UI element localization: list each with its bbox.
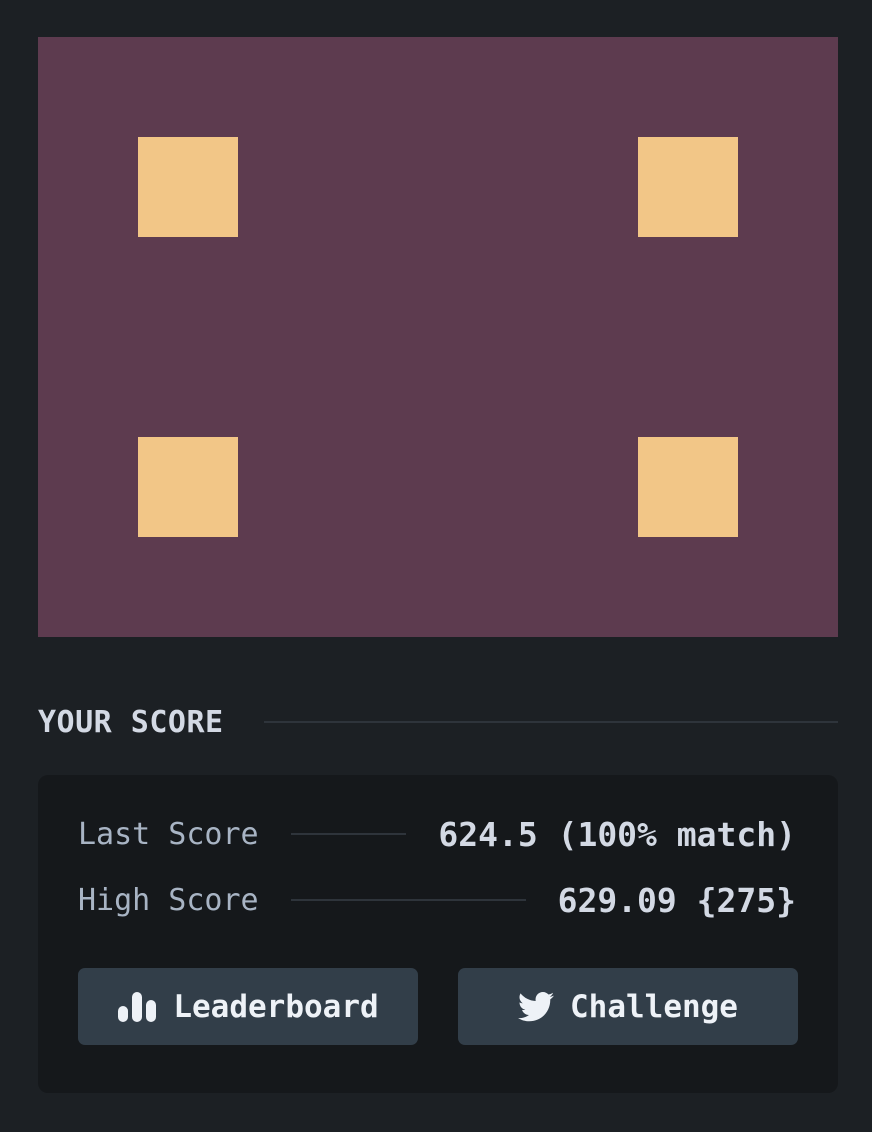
score-card: Last Score 624.5 (100% match) High Score… [38,775,838,1093]
last-score-value: 624.5 (100% match) [438,814,796,854]
high-score-label: High Score [78,882,259,918]
challenge-button[interactable]: Challenge [458,968,798,1045]
challenge-label: Challenge [570,988,738,1025]
last-score-label: Last Score [78,816,259,852]
bar-chart-icon [117,990,157,1024]
game-canvas[interactable] [38,37,838,637]
target-square[interactable] [638,137,738,237]
high-score-value: 629.09 {275} [557,880,796,920]
target-square[interactable] [638,437,738,537]
leaderboard-label: Leaderboard [173,988,379,1025]
target-square[interactable] [138,437,238,537]
target-square[interactable] [138,137,238,237]
twitter-icon [518,991,554,1022]
score-section-header: YOUR SCORE [38,702,838,742]
last-score-row: Last Score 624.5 (100% match) [78,812,796,856]
high-score-row: High Score 629.09 {275} [78,878,796,922]
section-title: YOUR SCORE [38,704,224,740]
leaderboard-button[interactable]: Leaderboard [78,968,418,1045]
row-divider [290,833,407,835]
section-divider [263,721,838,723]
row-divider [290,899,526,901]
